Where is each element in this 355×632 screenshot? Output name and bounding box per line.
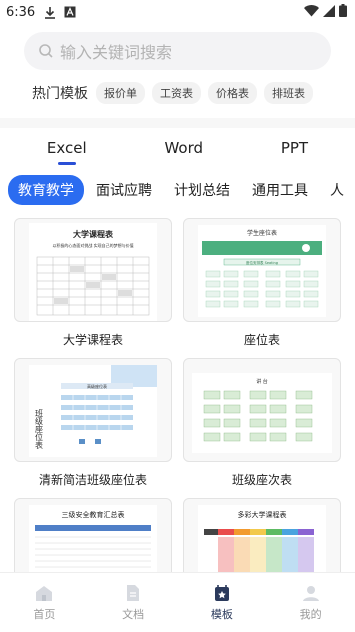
nav-templates[interactable]: 模板: [178, 573, 267, 632]
template-card[interactable]: 大学课程表 以积极的心态面对挑战 实现自己的梦想与价值 大学课程表: [14, 218, 172, 358]
nav-templates-label: 模板: [210, 608, 233, 621]
category-row: 教育教学 面试应聘 计划总结 通用工具 人: [0, 168, 355, 212]
signal-icon: [323, 4, 335, 21]
template-icon: [214, 585, 229, 601]
hot-tag-schedule[interactable]: 排班表: [264, 82, 313, 104]
thumb-title: 学生座位表: [247, 229, 277, 237]
template-card[interactable]: 学生座位表 座位安排表 Seating 座位表: [183, 218, 341, 358]
search-icon: [39, 44, 53, 58]
battery-icon: [339, 4, 347, 21]
tab-word[interactable]: Word: [148, 135, 219, 161]
thumb-subtitle: 以积极的心态面对挑战 实现自己的梦想与价值: [52, 242, 133, 248]
template-title: 座位表: [243, 333, 280, 347]
hot-templates-row: 热门模板 报价单 工资表 价格表 排班表: [0, 70, 355, 106]
category-interview[interactable]: 面试应聘: [86, 175, 162, 205]
template-title: 班级座次表: [231, 473, 292, 487]
search-input[interactable]: 输入关键词搜索: [24, 32, 331, 70]
profile-icon: [302, 586, 319, 601]
tab-ppt[interactable]: PPT: [265, 135, 324, 161]
template-thumbnail[interactable]: 学生座位表 座位安排表 Seating: [183, 218, 341, 322]
template-thumbnail[interactable]: 讲 台: [183, 358, 341, 462]
app-notification-icon: [63, 5, 77, 19]
thumb-subtitle: 座位安排表 Seating: [246, 260, 278, 265]
category-plan-summary[interactable]: 计划总结: [164, 175, 240, 205]
thumb-title: 三级安全教育汇总表: [62, 510, 125, 519]
thumb-title: 多彩大学课程表: [238, 510, 287, 519]
template-grid: 大学课程表 以积极的心态面对挑战 实现自己的梦想与价值 大学课程表 学生座位表 …: [0, 212, 355, 602]
category-education[interactable]: 教育教学: [8, 175, 84, 205]
wifi-icon: [304, 4, 319, 21]
nav-home-label: 首页: [33, 608, 56, 621]
format-tabs: Excel Word PPT: [0, 128, 355, 168]
category-general-tools[interactable]: 通用工具: [242, 175, 318, 205]
thumb-subtitle: 高级座位表: [87, 383, 107, 389]
template-thumbnail[interactable]: 班级座位表 高级座位表: [14, 358, 172, 462]
nav-profile[interactable]: 我的: [266, 573, 355, 632]
download-icon: [43, 5, 57, 19]
category-hr[interactable]: 人: [320, 175, 354, 205]
search-placeholder: 输入关键词搜索: [60, 43, 173, 62]
hot-tag-price-list[interactable]: 价格表: [208, 82, 257, 104]
thumb-title: 讲 台: [256, 378, 268, 385]
tab-excel[interactable]: Excel: [31, 135, 103, 165]
hot-tag-payroll[interactable]: 工资表: [152, 82, 201, 104]
thumb-title: 班级座位表: [35, 408, 44, 450]
hot-tag-quotation[interactable]: 报价单: [96, 82, 145, 104]
nav-home[interactable]: 首页: [0, 573, 89, 632]
thumb-title: 大学课程表: [73, 229, 114, 239]
document-icon: [127, 585, 140, 601]
hot-templates-label: 热门模板: [32, 86, 88, 102]
template-card[interactable]: 讲 台 班级座次表: [183, 358, 341, 498]
template-title: 清新简洁班级座位表: [38, 473, 147, 487]
section-divider: [0, 118, 355, 128]
home-icon: [36, 586, 53, 601]
nav-documents[interactable]: 文档: [89, 573, 178, 632]
bottom-nav: 首页 文档 模板 我的: [0, 572, 355, 632]
template-card[interactable]: 班级座位表 高级座位表 清新简洁班级座位表: [14, 358, 172, 498]
template-title: 大学课程表: [62, 333, 123, 347]
template-thumbnail[interactable]: 大学课程表 以积极的心态面对挑战 实现自己的梦想与价值: [14, 218, 172, 322]
status-time: 6:36: [6, 4, 36, 20]
nav-profile-label: 我的: [299, 608, 322, 621]
status-bar: 6:36: [0, 0, 355, 24]
nav-documents-label: 文档: [122, 608, 145, 621]
